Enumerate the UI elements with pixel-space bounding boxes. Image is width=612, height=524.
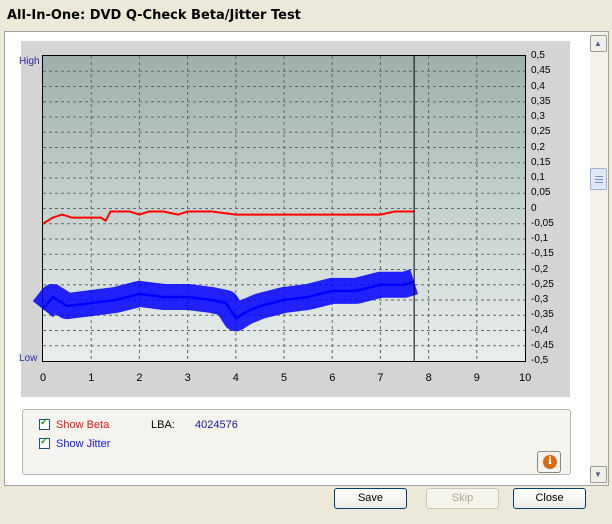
x-tick-label: 8 xyxy=(425,372,432,384)
scroll-down-arrow-icon: ▼ xyxy=(594,470,602,479)
y-tick-label: -0,1 xyxy=(531,233,549,244)
y-tick-label: 0 xyxy=(531,202,537,214)
y-tick-label: 0,45 xyxy=(531,65,551,77)
y-tick-label: -0,15 xyxy=(531,248,554,260)
y-tick-label: 0,4 xyxy=(531,80,545,92)
title-bar: All-In-One: DVD Q-Check Beta/Jitter Test xyxy=(0,0,612,31)
x-tick-label: 4 xyxy=(232,372,239,384)
y-tick-label: 0,1 xyxy=(531,172,545,183)
y-tick-label: 0,35 xyxy=(531,95,551,107)
y-tick-label: 0,05 xyxy=(531,187,551,199)
info-icon: i xyxy=(543,455,557,469)
info-button[interactable]: i xyxy=(537,451,561,473)
x-tick-label: 1 xyxy=(88,372,95,384)
window-title: All-In-One: DVD Q-Check Beta/Jitter Test xyxy=(7,8,301,23)
x-tick-label: 3 xyxy=(184,372,191,384)
x-tick-label: 7 xyxy=(377,372,384,384)
y-tick-label: -0,45 xyxy=(531,339,554,351)
skip-button[interactable]: Skip xyxy=(426,488,499,509)
y-axis-high-label: High xyxy=(19,56,40,67)
scroll-up-arrow-icon: ▲ xyxy=(594,39,602,48)
y-tick-label: -0,25 xyxy=(531,278,554,290)
x-tick-label: 6 xyxy=(329,372,336,384)
y-tick-label: -0,3 xyxy=(531,294,549,305)
show-jitter-label[interactable]: Show Jitter xyxy=(56,438,110,450)
y-tick-label: -0,4 xyxy=(531,324,549,336)
vertical-scrollbar[interactable]: ▲ ▼ xyxy=(590,32,608,485)
y-tick-label: 0,5 xyxy=(531,50,545,61)
y-tick-label: 0,2 xyxy=(531,141,545,153)
x-tick-label: 2 xyxy=(136,372,143,384)
close-button[interactable]: Close xyxy=(513,488,586,509)
x-tick-label: 5 xyxy=(281,372,288,384)
show-jitter-checkbox[interactable] xyxy=(39,436,50,449)
x-tick-label: 0 xyxy=(40,372,47,384)
save-button[interactable]: Save xyxy=(334,488,407,509)
lba-label: LBA: xyxy=(151,419,175,431)
y-tick-label: -0,5 xyxy=(531,355,549,366)
y-axis-low-label: Low xyxy=(19,353,38,364)
y-tick-label: -0,2 xyxy=(531,263,549,275)
show-beta-label[interactable]: Show Beta xyxy=(56,419,109,431)
scroll-thumb[interactable] xyxy=(590,168,607,190)
y-tick-label: 0,15 xyxy=(531,156,551,168)
x-tick-label: 10 xyxy=(519,372,532,384)
x-tick-label: 9 xyxy=(473,372,480,384)
scroll-down-button[interactable]: ▼ xyxy=(590,466,607,483)
scroll-up-button[interactable]: ▲ xyxy=(590,35,607,52)
lba-value: 4024576 xyxy=(195,419,238,431)
y-tick-label: 0,3 xyxy=(531,111,545,122)
chart-plot-area xyxy=(42,55,526,362)
y-tick-label: -0,05 xyxy=(531,217,554,229)
y-tick-label: -0,35 xyxy=(531,309,554,321)
show-beta-checkbox[interactable] xyxy=(39,417,50,430)
y-tick-label: 0,25 xyxy=(531,126,551,138)
